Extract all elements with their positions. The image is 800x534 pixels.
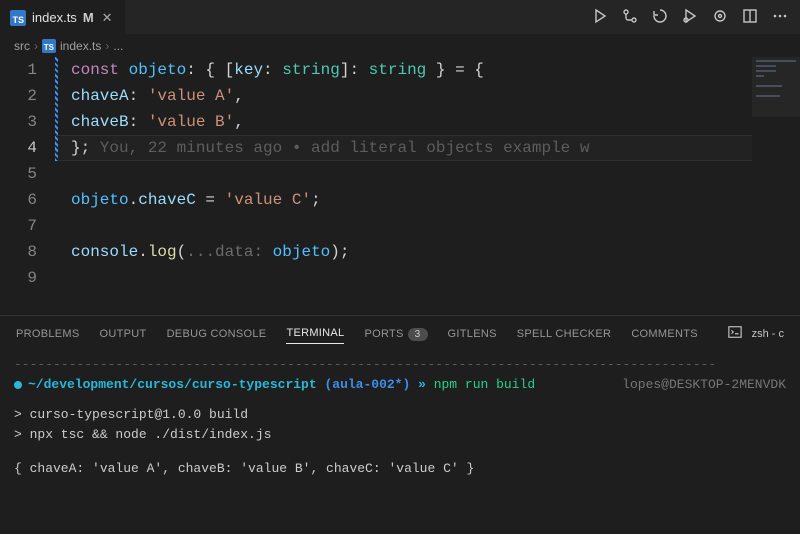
- minimap[interactable]: [752, 57, 800, 177]
- terminal-line: > npx tsc && node ./dist/index.js: [14, 425, 786, 445]
- line-number: 6: [0, 187, 37, 213]
- code-line[interactable]: chaveB: 'value B',: [71, 109, 800, 135]
- prompt-path: ~/development/cursos/curso-typescript: [28, 377, 317, 392]
- run-debug-icon[interactable]: [682, 8, 698, 27]
- terminal-output[interactable]: ----------------------------------------…: [0, 351, 800, 534]
- breadcrumb[interactable]: src › TS index.ts › ...: [0, 35, 800, 57]
- line-number: 1: [0, 57, 37, 83]
- terminal-line: > curso-typescript@1.0.0 build: [14, 405, 786, 425]
- editor-tab-bar: TS index.ts M ✕: [0, 0, 800, 35]
- chevron-right-icon: ›: [105, 39, 109, 53]
- breadcrumb-file[interactable]: index.ts: [60, 39, 101, 53]
- terminal-icon[interactable]: [728, 325, 742, 342]
- code-editor[interactable]: 123456789 const objeto: { [key: string]:…: [0, 57, 800, 315]
- prompt-status-icon: [14, 381, 22, 389]
- code-area[interactable]: const objeto: { [key: string]: string } …: [55, 57, 800, 315]
- terminal-prompt-line: ~/development/cursos/curso-typescript (a…: [14, 375, 786, 395]
- prompt-separator: »: [410, 377, 433, 392]
- code-line[interactable]: const objeto: { [key: string]: string } …: [71, 57, 800, 83]
- code-line[interactable]: [71, 265, 800, 291]
- code-line[interactable]: console.log(...data: objeto);: [71, 239, 800, 265]
- terminal-host: lopes@DESKTOP-2MENVDK: [622, 375, 786, 395]
- typescript-icon: TS: [42, 39, 56, 53]
- current-line-highlight: [55, 135, 800, 161]
- panel-tab-bar: PROBLEMS OUTPUT DEBUG CONSOLE TERMINAL PORTS…: [0, 316, 800, 351]
- line-number: 8: [0, 239, 37, 265]
- gitlens-icon[interactable]: [712, 8, 728, 27]
- chevron-right-icon: ›: [34, 39, 38, 53]
- line-number: 7: [0, 213, 37, 239]
- timeline-icon[interactable]: [652, 8, 668, 27]
- prompt-branch: (aula-002*): [324, 377, 410, 392]
- tab-filename: index.ts: [32, 10, 77, 25]
- code-line[interactable]: objeto.chaveC = 'value C';: [71, 187, 800, 213]
- terminal-result: { chaveA: 'value A', chaveB: 'value B', …: [14, 459, 786, 479]
- line-number-gutter: 123456789: [0, 57, 55, 315]
- code-line[interactable]: chaveA: 'value A',: [71, 83, 800, 109]
- terminal-command: npm run build: [434, 377, 535, 392]
- more-icon[interactable]: [772, 8, 788, 27]
- file-tab[interactable]: TS index.ts M ✕: [0, 0, 125, 34]
- play-icon[interactable]: [592, 8, 608, 27]
- line-number: 4: [0, 135, 37, 161]
- panel-tab-problems[interactable]: PROBLEMS: [16, 328, 80, 340]
- panel-tab-debug-console[interactable]: DEBUG CONSOLE: [167, 328, 267, 340]
- line-number: 9: [0, 265, 37, 291]
- panel-tab-comments[interactable]: COMMENTS: [631, 328, 698, 340]
- line-number: 5: [0, 161, 37, 187]
- terminal-name[interactable]: zsh - c: [752, 328, 784, 340]
- bottom-panel: PROBLEMS OUTPUT DEBUG CONSOLE TERMINAL PORTS…: [0, 315, 800, 534]
- breadcrumb-folder[interactable]: src: [14, 39, 30, 53]
- tab-modified-marker: M: [83, 10, 94, 25]
- panel-tab-spell-checker[interactable]: SPELL CHECKER: [517, 328, 612, 340]
- panel-tab-ports[interactable]: PORTS3: [364, 328, 427, 340]
- editor-actions: [592, 0, 800, 34]
- line-number: 3: [0, 109, 37, 135]
- panel-tab-output[interactable]: OUTPUT: [100, 328, 147, 340]
- code-line[interactable]: [71, 161, 800, 187]
- breadcrumb-more[interactable]: ...: [113, 39, 123, 53]
- terminal-divider: ----------------------------------------…: [14, 355, 786, 375]
- line-number: 2: [0, 83, 37, 109]
- ports-badge: 3: [408, 328, 428, 341]
- panel-actions: zsh - c: [728, 325, 784, 342]
- panel-tab-terminal[interactable]: TERMINAL: [286, 327, 344, 344]
- panel-tab-gitlens[interactable]: GITLENS: [448, 328, 497, 340]
- split-editor-icon[interactable]: [742, 8, 758, 27]
- minimap-slider[interactable]: [752, 57, 800, 117]
- typescript-icon: TS: [10, 10, 26, 26]
- code-line[interactable]: [71, 213, 800, 239]
- compare-icon[interactable]: [622, 8, 638, 27]
- close-icon[interactable]: ✕: [100, 10, 115, 26]
